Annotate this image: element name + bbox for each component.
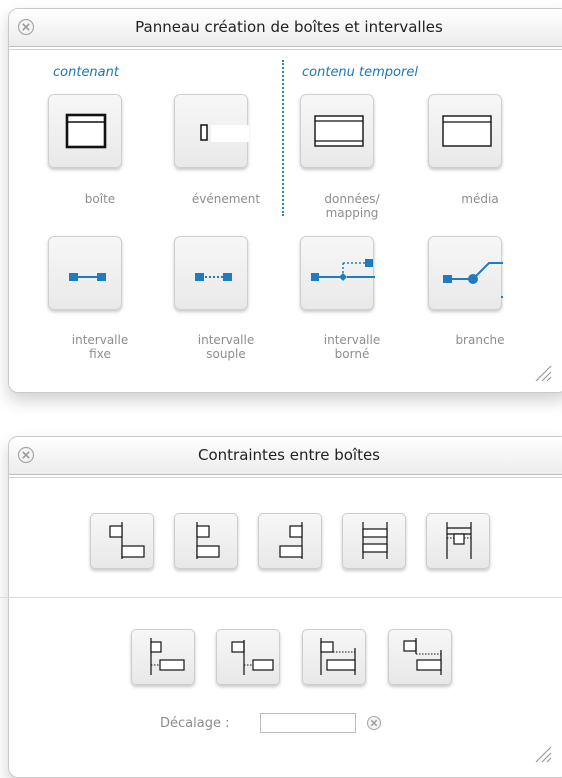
clear-offset-icon[interactable] bbox=[366, 715, 382, 731]
constraint-contained-icon bbox=[446, 522, 472, 559]
constraint-end-offset-icon bbox=[320, 638, 356, 675]
constraint-end-together-icon bbox=[279, 522, 303, 559]
event-icon bbox=[200, 124, 249, 142]
constraints-separator bbox=[0, 597, 562, 598]
section-label-temporal: contenu temporel bbox=[302, 65, 418, 80]
constraint-start-after-button[interactable] bbox=[90, 513, 154, 569]
offset-input[interactable] bbox=[260, 713, 356, 733]
tile-event[interactable] bbox=[174, 94, 249, 168]
tile-flexible-interval-label-line2: souple bbox=[206, 347, 246, 361]
tile-fixed-interval-label-line2: fixe bbox=[89, 347, 111, 361]
tile-data-mapping[interactable] bbox=[300, 94, 374, 168]
box-icon bbox=[65, 113, 107, 149]
data-mapping-icon bbox=[314, 115, 364, 147]
constraint-same-duration-button[interactable] bbox=[342, 513, 406, 569]
tile-bounded-interval-label-line2: borné bbox=[334, 347, 370, 361]
tile-media[interactable] bbox=[428, 94, 502, 168]
constraint-after-offset-icon bbox=[231, 640, 274, 675]
constraint-end-after-offset-icon bbox=[403, 638, 442, 675]
constraint-start-offset-icon bbox=[150, 638, 185, 675]
constraint-contained-button[interactable] bbox=[426, 513, 490, 569]
tile-flexible-interval-label: intervalle souple bbox=[171, 333, 281, 361]
tile-bounded-interval[interactable] bbox=[300, 236, 375, 310]
tile-branch[interactable] bbox=[428, 236, 503, 310]
constraint-start-together-icon bbox=[196, 522, 220, 559]
creation-panel-titlebar: Panneau création de boîtes et intervalle… bbox=[9, 9, 562, 50]
constraints-panel-titlebar: Contraintes entre boîtes bbox=[9, 437, 562, 478]
tile-bounded-interval-label: intervalle borné bbox=[297, 333, 407, 361]
bounded-interval-icon bbox=[311, 259, 375, 281]
section-label-container: contenant bbox=[53, 65, 119, 80]
tile-branch-label: branche bbox=[455, 333, 505, 347]
constraint-start-after-icon bbox=[109, 522, 145, 559]
branch-icon bbox=[443, 262, 503, 298]
tile-flexible-interval-label-line1: intervalle bbox=[197, 333, 255, 347]
tile-data-mapping-label: données/ mapping bbox=[297, 192, 407, 220]
constraint-end-after-offset-button[interactable] bbox=[388, 629, 452, 685]
constraints-panel-title: Contraintes entre boîtes bbox=[197, 446, 380, 464]
creation-panel-title: Panneau création de boîtes et intervalle… bbox=[135, 18, 443, 36]
constraint-same-duration-icon bbox=[362, 522, 388, 559]
fixed-interval-icon bbox=[69, 273, 106, 281]
tile-fixed-interval-label-line1: intervalle bbox=[71, 333, 129, 347]
constraint-after-offset-button[interactable] bbox=[216, 629, 280, 685]
tile-media-label: média bbox=[461, 192, 499, 206]
tile-event-label: événement bbox=[191, 192, 261, 206]
tile-flexible-interval[interactable] bbox=[174, 236, 248, 310]
resize-grip-icon[interactable] bbox=[534, 745, 552, 763]
tile-fixed-interval-label: intervalle fixe bbox=[45, 333, 155, 361]
flexible-interval-icon bbox=[195, 273, 232, 281]
section-divider bbox=[282, 60, 284, 216]
tile-box[interactable] bbox=[48, 94, 122, 168]
tile-fixed-interval[interactable] bbox=[48, 236, 122, 310]
constraint-start-together-button[interactable] bbox=[174, 513, 238, 569]
tile-bounded-interval-label-line1: intervalle bbox=[323, 333, 381, 347]
constraint-end-offset-button[interactable] bbox=[302, 629, 366, 685]
constraint-end-together-button[interactable] bbox=[258, 513, 322, 569]
tile-box-label: boîte bbox=[84, 192, 116, 206]
tile-data-mapping-label-line1: données/ bbox=[324, 192, 380, 206]
constraint-start-offset-button[interactable] bbox=[131, 629, 195, 685]
resize-grip-icon[interactable] bbox=[534, 364, 552, 382]
offset-label: Décalage : bbox=[160, 716, 230, 731]
media-icon bbox=[442, 115, 492, 147]
tile-data-mapping-label-line2: mapping bbox=[325, 206, 379, 220]
